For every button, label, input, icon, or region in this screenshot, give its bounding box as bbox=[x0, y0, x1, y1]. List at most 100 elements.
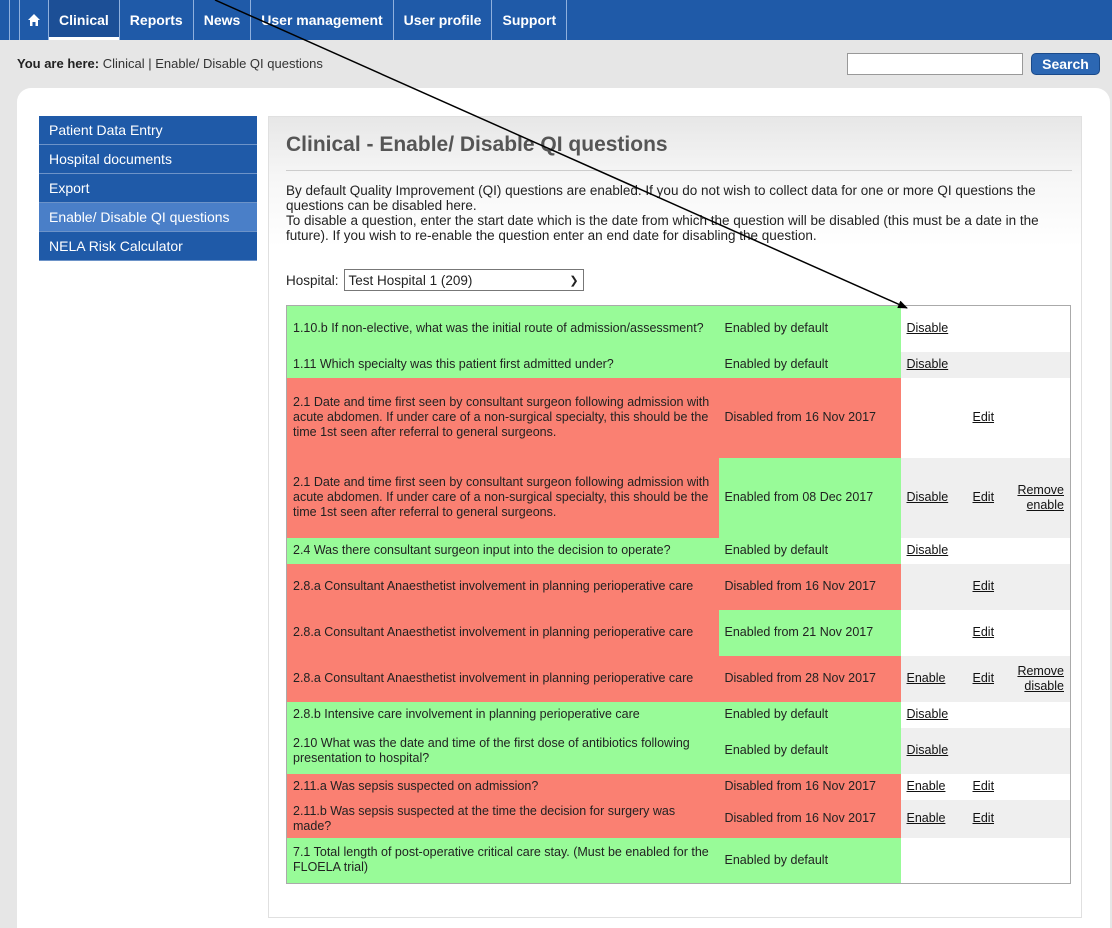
question-cell: 1.11 Which specialty was this patient fi… bbox=[286, 351, 719, 378]
action-cell-link[interactable]: Disable bbox=[907, 357, 949, 371]
intro-line-1: By default Quality Improvement (QI) ques… bbox=[286, 183, 1036, 213]
edit-cell-link[interactable]: Edit bbox=[973, 811, 995, 825]
nav-clinical[interactable]: Clinical bbox=[48, 0, 119, 40]
nav-user-profile[interactable]: User profile bbox=[392, 0, 492, 40]
action-cell: Enable bbox=[900, 655, 967, 702]
remove-cell-link[interactable]: Remove enable bbox=[1017, 483, 1064, 512]
breadcrumb: You are here: Clinical | Enable/ Disable… bbox=[17, 56, 323, 71]
edit-cell bbox=[967, 702, 1007, 728]
remove-cell bbox=[1006, 351, 1071, 378]
sidebar-item-export[interactable]: Export bbox=[39, 174, 257, 203]
hospital-row: Hospital: Test Hospital 1 (209) ❯ bbox=[286, 269, 584, 291]
action-cell-link[interactable]: Enable bbox=[907, 779, 946, 793]
search-input[interactable] bbox=[847, 53, 1023, 75]
remove-cell: Remove disable bbox=[1006, 655, 1071, 702]
action-cell-link[interactable]: Disable bbox=[907, 321, 949, 335]
action-cell-link[interactable]: Disable bbox=[907, 743, 949, 757]
action-cell: Disable bbox=[900, 351, 967, 378]
action-cell-link[interactable]: Enable bbox=[907, 811, 946, 825]
nav-left-edge bbox=[9, 0, 19, 40]
hospital-select[interactable]: Test Hospital 1 (209) ❯ bbox=[343, 269, 584, 291]
remove-cell bbox=[1007, 610, 1071, 656]
question-cell: 2.8.a Consultant Anaesthetist involvemen… bbox=[286, 655, 719, 702]
intro-line-2: To disable a question, enter the start d… bbox=[286, 213, 1039, 243]
edit-cell-link[interactable]: Edit bbox=[973, 490, 995, 504]
remove-cell bbox=[1007, 838, 1071, 884]
status-cell: Disabled from 16 Nov 2017 bbox=[718, 799, 901, 838]
nav-news[interactable]: News bbox=[192, 0, 251, 40]
status-cell: Enabled from 08 Dec 2017 bbox=[718, 457, 901, 538]
action-cell bbox=[901, 610, 967, 656]
table-row: 2.11.a Was sepsis suspected on admission… bbox=[286, 773, 1071, 800]
action-cell-link[interactable]: Enable bbox=[907, 671, 946, 685]
edit-cell: Edit bbox=[966, 563, 1007, 610]
status-cell: Disabled from 16 Nov 2017 bbox=[718, 563, 901, 610]
question-cell: 1.10.b If non-elective, what was the ini… bbox=[286, 305, 719, 352]
action-cell-link[interactable]: Disable bbox=[907, 707, 949, 721]
nav-support[interactable]: Support bbox=[491, 0, 568, 40]
sidebar: Patient Data Entry Hospital documents Ex… bbox=[39, 116, 257, 261]
status-cell: Enabled by default bbox=[718, 701, 901, 728]
action-cell: Disable bbox=[901, 702, 967, 728]
action-cell: Enable bbox=[901, 774, 967, 800]
nav-user-management[interactable]: User management bbox=[250, 0, 392, 40]
edit-cell: Edit bbox=[966, 655, 1007, 702]
sidebar-item-enable-disable-qi[interactable]: Enable/ Disable QI questions bbox=[39, 203, 257, 232]
intro-text: By default Quality Improvement (QI) ques… bbox=[286, 183, 1066, 243]
page-title: Clinical - Enable/ Disable QI questions bbox=[286, 133, 668, 156]
edit-cell-link[interactable]: Edit bbox=[973, 579, 995, 593]
edit-cell-link[interactable]: Edit bbox=[973, 779, 995, 793]
breadcrumb-path[interactable]: Clinical | Enable/ Disable QI questions bbox=[103, 56, 323, 71]
top-nav-bar: Clinical Reports News User management Us… bbox=[0, 0, 1112, 40]
question-cell: 2.8.b Intensive care involvement in plan… bbox=[286, 701, 719, 728]
question-cell: 2.11.b Was sepsis suspected at the time … bbox=[286, 799, 719, 838]
table-row: 2.8.a Consultant Anaesthetist involvemen… bbox=[286, 563, 1071, 610]
remove-cell bbox=[1007, 538, 1071, 564]
status-cell: Enabled from 21 Nov 2017 bbox=[718, 609, 901, 656]
remove-cell bbox=[1006, 727, 1071, 774]
action-cell: Disable bbox=[901, 306, 967, 352]
chevron-down-icon: ❯ bbox=[569, 274, 579, 287]
remove-cell: Remove enable bbox=[1006, 457, 1071, 538]
sidebar-item-patient-data-entry[interactable]: Patient Data Entry bbox=[39, 116, 257, 145]
table-row: 2.1 Date and time first seen by consulta… bbox=[286, 457, 1071, 538]
table-row: 1.10.b If non-elective, what was the ini… bbox=[286, 305, 1071, 352]
question-cell: 2.8.a Consultant Anaesthetist involvemen… bbox=[286, 563, 719, 610]
hospital-label: Hospital: bbox=[286, 272, 339, 288]
action-cell-link[interactable]: Disable bbox=[907, 543, 949, 557]
remove-cell-link[interactable]: Remove disable bbox=[1017, 664, 1064, 693]
edit-cell-link[interactable]: Edit bbox=[973, 671, 995, 685]
edit-cell bbox=[967, 538, 1007, 564]
qi-questions-table: 1.10.b If non-elective, what was the ini… bbox=[286, 305, 1071, 884]
action-cell: Enable bbox=[900, 799, 967, 838]
table-row: 1.11 Which specialty was this patient fi… bbox=[286, 351, 1071, 378]
action-cell-link[interactable]: Disable bbox=[907, 490, 949, 504]
edit-cell: Edit bbox=[967, 378, 1007, 458]
remove-cell bbox=[1007, 774, 1071, 800]
question-cell: 7.1 Total length of post-operative criti… bbox=[286, 837, 719, 884]
status-cell: Disabled from 16 Nov 2017 bbox=[718, 377, 901, 458]
edit-cell-link[interactable]: Edit bbox=[973, 410, 995, 424]
nav-reports[interactable]: Reports bbox=[118, 0, 193, 40]
sidebar-item-nela-risk-calculator[interactable]: NELA Risk Calculator bbox=[39, 232, 257, 261]
action-cell: Disable bbox=[901, 538, 967, 564]
question-cell: 2.4 Was there consultant surgeon input i… bbox=[286, 537, 719, 564]
edit-cell-link[interactable]: Edit bbox=[973, 625, 995, 639]
edit-cell: Edit bbox=[966, 457, 1007, 538]
sidebar-item-hospital-documents[interactable]: Hospital documents bbox=[39, 145, 257, 174]
question-cell: 2.1 Date and time first seen by consulta… bbox=[286, 457, 719, 538]
action-cell bbox=[900, 563, 967, 610]
edit-cell bbox=[967, 306, 1007, 352]
table-row: 2.8.a Consultant Anaesthetist involvemen… bbox=[286, 609, 1071, 656]
edit-cell: Edit bbox=[967, 610, 1007, 656]
search-button[interactable]: Search bbox=[1031, 53, 1100, 75]
status-cell: Enabled by default bbox=[718, 837, 901, 884]
home-icon bbox=[28, 14, 40, 26]
action-cell bbox=[901, 838, 967, 884]
edit-cell: Edit bbox=[966, 799, 1007, 838]
table-row: 2.8.a Consultant Anaesthetist involvemen… bbox=[286, 655, 1071, 702]
table-row: 2.11.b Was sepsis suspected at the time … bbox=[286, 799, 1071, 838]
status-cell: Enabled by default bbox=[718, 351, 901, 378]
main-nav: Clinical Reports News User management Us… bbox=[19, 0, 568, 40]
nav-home[interactable] bbox=[19, 0, 48, 40]
